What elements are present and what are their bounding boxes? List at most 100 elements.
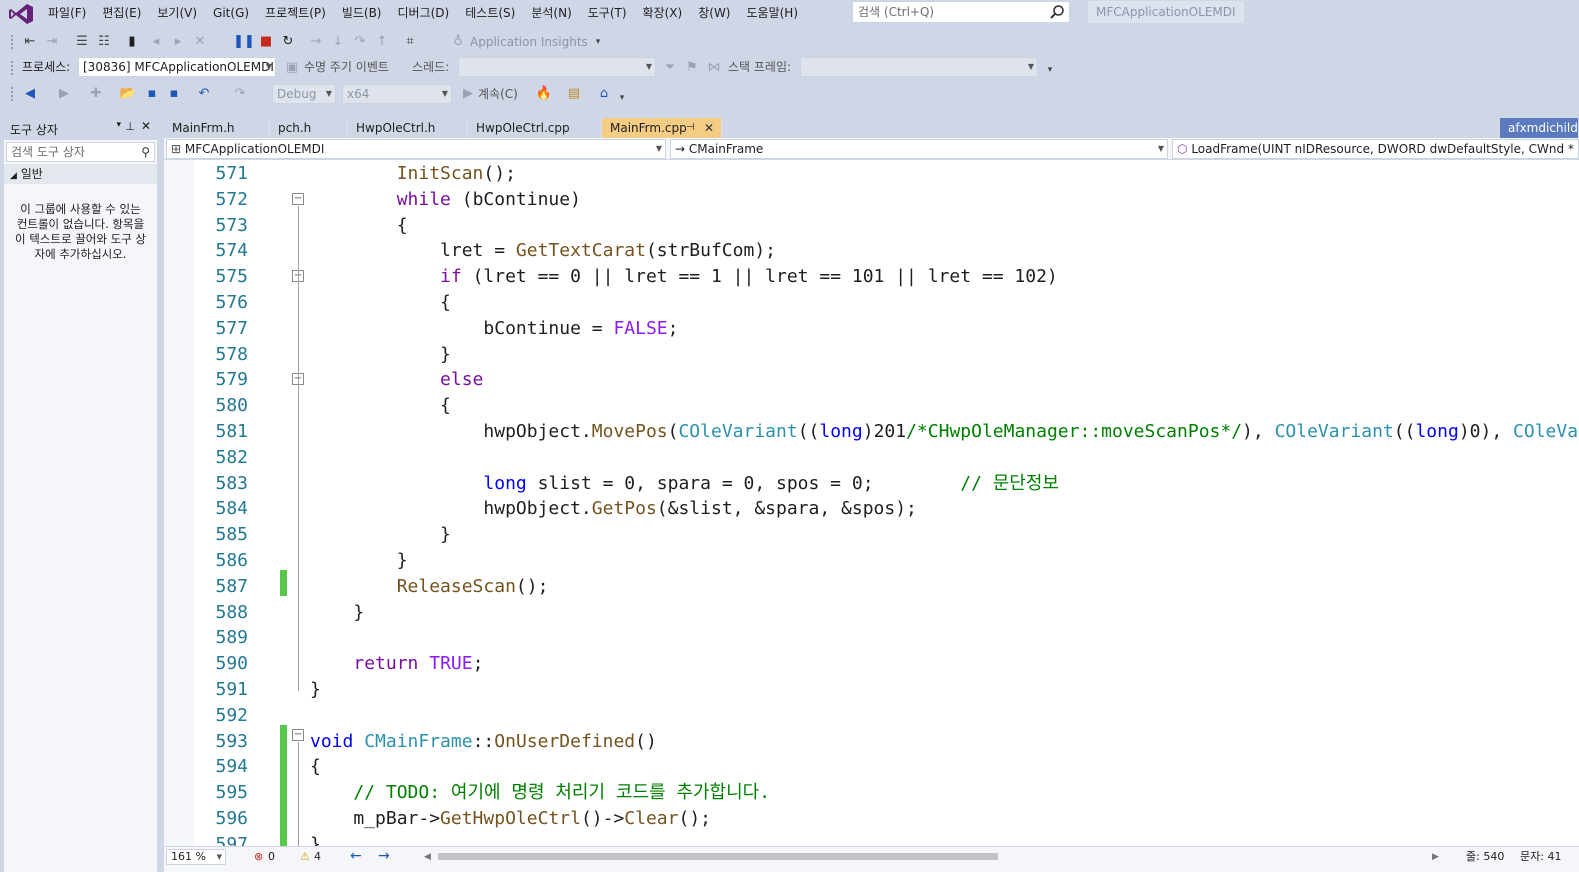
search-input[interactable]: 검색 (Ctrl+Q) (852, 1, 1070, 23)
menu-analyze[interactable]: 분석(N) (523, 1, 579, 25)
stop-icon[interactable]: ■ (258, 34, 274, 50)
code-line[interactable]: while (bContinue) (310, 187, 581, 213)
prev-bookmark-icon[interactable]: ◂ (148, 34, 164, 50)
column-indicator[interactable]: 문자: 41 (1520, 849, 1561, 865)
tab-hwpolectrl-h[interactable]: HwpOleCtrl.h (348, 118, 468, 138)
code-line[interactable]: { (310, 213, 408, 239)
indicator-margin[interactable] (164, 160, 194, 846)
zoom-dropdown[interactable]: 161 % ▼ (166, 849, 226, 865)
line-indicator[interactable]: 줄: 540 (1466, 849, 1504, 865)
menu-window[interactable]: 창(W) (690, 1, 738, 25)
pin-icon[interactable]: ⊣ (686, 118, 695, 138)
code-line[interactable]: // TODO: 여기에 명령 처리기 코드를 추가합니다. (310, 780, 770, 806)
redo-icon[interactable]: ↷ (232, 86, 248, 102)
code-line[interactable]: } (310, 342, 451, 368)
step-out-icon[interactable]: ↑ (374, 34, 390, 50)
code-line[interactable]: hwpObject.GetPos(&slist, &spara, &spos); (310, 496, 917, 522)
code-line[interactable]: } (310, 677, 321, 703)
scroll-right-icon[interactable]: ▶ (1432, 849, 1439, 865)
error-icon[interactable]: ⊗ (254, 849, 263, 865)
tab-hwpolectrl-cpp[interactable]: HwpOleCtrl.cpp (468, 118, 602, 138)
toolbox-group-general[interactable]: ◢ 일반 (4, 164, 157, 184)
code-line[interactable]: else (310, 367, 483, 393)
pause-icon[interactable]: ❚❚ (233, 34, 255, 50)
comment-icon[interactable]: ☰ (74, 34, 90, 50)
solution-configuration-dropdown[interactable]: Debug ▼ (272, 84, 336, 104)
menu-edit[interactable]: 편집(E) (94, 1, 149, 25)
hot-reload-icon[interactable]: 🔥 (536, 86, 552, 102)
member-dropdown[interactable]: ⬡ LoadFrame(UINT nIDResource, DWORD dwDe… (1172, 139, 1579, 159)
code-line[interactable]: { (310, 290, 451, 316)
horizontal-scrollbar-thumb[interactable] (438, 853, 998, 860)
folder-icon[interactable]: ▤ (566, 86, 582, 102)
clear-bookmark-icon[interactable]: ✕ (192, 34, 208, 50)
next-bookmark-icon[interactable]: ▸ (170, 34, 186, 50)
code-line[interactable]: } (310, 600, 364, 626)
tab-overflow[interactable]: afxmdichildwnd (1500, 118, 1579, 138)
thread-dropdown[interactable]: ▼ (458, 57, 656, 77)
code-line[interactable]: } (310, 832, 321, 846)
code-line[interactable]: void CMainFrame::OnUserDefined() (310, 729, 657, 755)
chevron-down-icon[interactable]: ▾ (116, 120, 121, 130)
continue-button[interactable]: 계속(C) (478, 85, 518, 103)
code-line[interactable]: } (310, 548, 408, 574)
undo-icon[interactable]: ↶ (196, 86, 212, 102)
filter-icon[interactable]: ⏷ (662, 60, 678, 76)
toolbar-grip[interactable] (10, 34, 14, 50)
outdent-icon[interactable]: ⇤ (22, 34, 38, 50)
code-line[interactable]: bContinue = FALSE; (310, 316, 678, 342)
stackframe-dropdown[interactable]: ▼ (800, 57, 1038, 77)
toolbar-grip[interactable] (10, 86, 14, 102)
scroll-left-icon[interactable]: ◀ (424, 849, 431, 865)
code-line[interactable]: ReleaseScan(); (310, 574, 549, 600)
tab-mainfrm-cpp[interactable]: MainFrm.cpp ⊣ ✕ (602, 118, 722, 138)
menu-test[interactable]: 테스트(S) (457, 1, 523, 25)
code-line[interactable]: return TRUE; (310, 651, 483, 677)
menu-project[interactable]: 프로젝트(P) (257, 1, 334, 25)
collapse-icon[interactable]: − (292, 193, 304, 205)
uncomment-icon[interactable]: ☷ (96, 34, 112, 50)
code-line[interactable]: InitScan(); (310, 161, 516, 187)
menu-git[interactable]: Git(G) (205, 1, 257, 25)
collapse-icon[interactable]: − (292, 729, 304, 741)
hex-display-icon[interactable]: ⌗ (402, 34, 418, 50)
step-over-icon[interactable]: ↷ (352, 34, 368, 50)
pin-icon[interactable]: ⊥ (125, 120, 135, 133)
chevron-down-icon[interactable]: ▾ (590, 34, 606, 50)
code-line[interactable]: } (310, 522, 451, 548)
play-icon[interactable]: ▶ (460, 86, 476, 102)
indent-icon[interactable]: ⇥ (44, 34, 60, 50)
code-line[interactable]: if (lret == 0 || lret == 1 || lret == 10… (310, 264, 1058, 290)
app-insights-label[interactable]: Application Insights (470, 33, 588, 51)
navigate-back-icon[interactable]: ◀ (22, 86, 38, 102)
chevron-down-icon[interactable]: ▾ (1042, 62, 1058, 78)
restart-icon[interactable]: ↻ (280, 34, 296, 50)
open-file-icon[interactable]: 📂 (120, 86, 136, 102)
tab-pch-h[interactable]: pch.h (270, 118, 348, 138)
toolbox-search-input[interactable]: 검색 도구 상자 ⚲ (6, 142, 155, 162)
lifecycle-events-dropdown[interactable]: 수명 주기 이벤트 (304, 58, 389, 76)
code-line[interactable]: m_pBar->GetHwpOleCtrl()->Clear(); (310, 806, 711, 832)
menu-tools[interactable]: 도구(T) (580, 1, 635, 25)
warning-icon[interactable]: ⚠ (300, 849, 310, 865)
previous-issue-icon[interactable]: ← (350, 848, 362, 864)
chevron-down-icon[interactable]: ▾ (614, 90, 630, 106)
menu-view[interactable]: 보기(V) (149, 1, 205, 25)
flag-icon[interactable]: ⚑ (684, 60, 700, 76)
show-next-statement-icon[interactable]: → (308, 34, 324, 50)
class-dropdown[interactable]: → CMainFrame ▼ (670, 139, 1168, 159)
menu-extensions[interactable]: 확장(X) (635, 1, 691, 25)
menu-debug[interactable]: 디버그(D) (390, 1, 458, 25)
code-line[interactable]: { (310, 393, 451, 419)
save-all-icon[interactable]: ▪ (166, 86, 182, 102)
new-project-icon[interactable]: ✚ (88, 86, 104, 102)
error-count[interactable]: 0 (268, 849, 275, 865)
code-line[interactable]: { (310, 754, 321, 780)
menu-file[interactable]: 파일(F) (40, 1, 94, 25)
warning-count[interactable]: 4 (314, 849, 321, 865)
code-line[interactable]: hwpObject.MovePos(COleVariant((long)201/… (310, 419, 1579, 445)
close-icon[interactable]: ✕ (704, 118, 714, 138)
code-editor[interactable]: 571 572 573 574 575 576 577 578 579 580 581 582 583 5… (164, 160, 1579, 846)
screenshot-icon[interactable]: ⌂ (596, 86, 612, 102)
menu-build[interactable]: 빌드(B) (334, 1, 390, 25)
